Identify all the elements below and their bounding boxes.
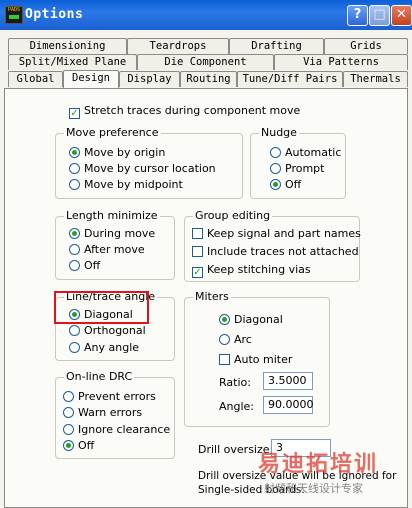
include-traces-not-attached-checkbox[interactable]: Include traces not attached xyxy=(192,245,359,258)
checkbox-icon xyxy=(219,354,230,365)
radio-icon xyxy=(63,407,74,418)
checkbox-icon: ✓ xyxy=(192,267,203,278)
radio-icon xyxy=(69,179,80,190)
radio-icon xyxy=(69,309,80,320)
radio-icon xyxy=(69,342,80,353)
checkbox-icon xyxy=(192,228,203,239)
group-title: On-line DRC xyxy=(64,370,135,383)
ratio-label: Ratio: xyxy=(219,376,251,389)
title-bar: PADS Options ? □ ✕ xyxy=(0,0,412,30)
tab-design[interactable]: Design xyxy=(63,70,119,88)
radio-icon xyxy=(69,228,80,239)
radio-miter-arc[interactable]: Arc xyxy=(219,333,252,346)
radio-icon xyxy=(63,424,74,435)
radio-angle-any[interactable]: Any angle xyxy=(69,341,139,354)
app-icon: PADS xyxy=(5,6,23,24)
radio-angle-orthogonal[interactable]: Orthogonal xyxy=(69,324,146,337)
checkbox-icon xyxy=(192,246,203,257)
radio-icon xyxy=(63,391,74,402)
radio-angle-diagonal[interactable]: Diagonal xyxy=(69,308,133,321)
tab-grids[interactable]: Grids xyxy=(324,38,408,54)
group-title: Nudge xyxy=(259,126,299,139)
group-title: Miters xyxy=(193,290,231,303)
drill-oversize-label: Drill oversize: xyxy=(198,443,274,456)
radio-length-off[interactable]: Off xyxy=(69,259,100,272)
radio-after-move[interactable]: After move xyxy=(69,243,145,256)
radio-move-by-origin[interactable]: Move by origin xyxy=(69,146,165,159)
group-title: Move preference xyxy=(64,126,161,139)
checkbox-icon: ✓ xyxy=(69,108,80,119)
radio-icon xyxy=(69,260,80,271)
radio-icon xyxy=(219,314,230,325)
tab-die-component[interactable]: Die Component xyxy=(137,54,274,70)
tab-display[interactable]: Display xyxy=(119,71,180,87)
radio-nudge-automatic[interactable]: Automatic xyxy=(270,146,341,159)
tab-thermals[interactable]: Thermals xyxy=(343,71,408,87)
radio-icon xyxy=(270,179,281,190)
angle-label: Angle: xyxy=(219,400,255,413)
radio-warn-errors[interactable]: Warn errors xyxy=(63,406,142,419)
radio-icon xyxy=(69,325,80,336)
keep-stitching-vias-checkbox[interactable]: ✓ Keep stitching vias xyxy=(192,263,311,278)
group-title: Group editing xyxy=(193,209,273,222)
drill-oversize-input[interactable]: 3 xyxy=(271,439,331,457)
radio-ignore-clearance[interactable]: Ignore clearance xyxy=(63,423,170,436)
radio-miter-diagonal[interactable]: Diagonal xyxy=(219,313,283,326)
angle-input[interactable]: 90.0000 xyxy=(263,396,314,414)
drill-note-line1: Drill oversize value will be ignored for xyxy=(198,470,397,482)
tab-tune-diff-pairs[interactable]: Tune/Diff Pairs xyxy=(237,71,343,87)
stretch-traces-checkbox[interactable]: ✓ Stretch traces during component move xyxy=(69,104,300,119)
keep-signal-part-names-checkbox[interactable]: Keep signal and part names xyxy=(192,227,361,240)
group-title: Length minimize xyxy=(64,209,160,222)
radio-during-move[interactable]: During move xyxy=(69,227,155,240)
radio-drc-off[interactable]: Off xyxy=(63,439,94,452)
close-button[interactable]: ✕ xyxy=(391,5,412,26)
tab-drafting[interactable]: Drafting xyxy=(229,38,324,54)
ratio-input[interactable]: 3.5000 xyxy=(263,372,313,390)
auto-miter-checkbox[interactable]: Auto miter xyxy=(219,353,292,366)
tab-teardrops[interactable]: Teardrops xyxy=(127,38,229,54)
radio-icon xyxy=(270,163,281,174)
tab-routing[interactable]: Routing xyxy=(180,71,237,87)
radio-prevent-errors[interactable]: Prevent errors xyxy=(63,390,156,403)
help-button[interactable]: ? xyxy=(347,5,368,26)
radio-nudge-off[interactable]: Off xyxy=(270,178,301,191)
radio-move-by-midpoint[interactable]: Move by midpoint xyxy=(69,178,183,191)
maximize-button[interactable]: □ xyxy=(369,5,390,26)
tab-global[interactable]: Global xyxy=(8,71,63,87)
radio-nudge-prompt[interactable]: Prompt xyxy=(270,162,324,175)
radio-icon xyxy=(270,147,281,158)
radio-icon xyxy=(69,163,80,174)
drill-note-line2: Single-sided boards. xyxy=(198,484,305,496)
radio-icon xyxy=(63,440,74,451)
window-title: Options xyxy=(25,7,84,22)
radio-icon xyxy=(69,147,80,158)
radio-move-by-cursor-location[interactable]: Move by cursor location xyxy=(69,162,216,175)
radio-icon xyxy=(69,244,80,255)
tab-dimensioning[interactable]: Dimensioning xyxy=(8,38,127,54)
tab-via-patterns[interactable]: Via Patterns xyxy=(274,54,408,70)
tab-split-mixed-plane[interactable]: Split/Mixed Plane xyxy=(8,54,137,70)
radio-icon xyxy=(219,334,230,345)
